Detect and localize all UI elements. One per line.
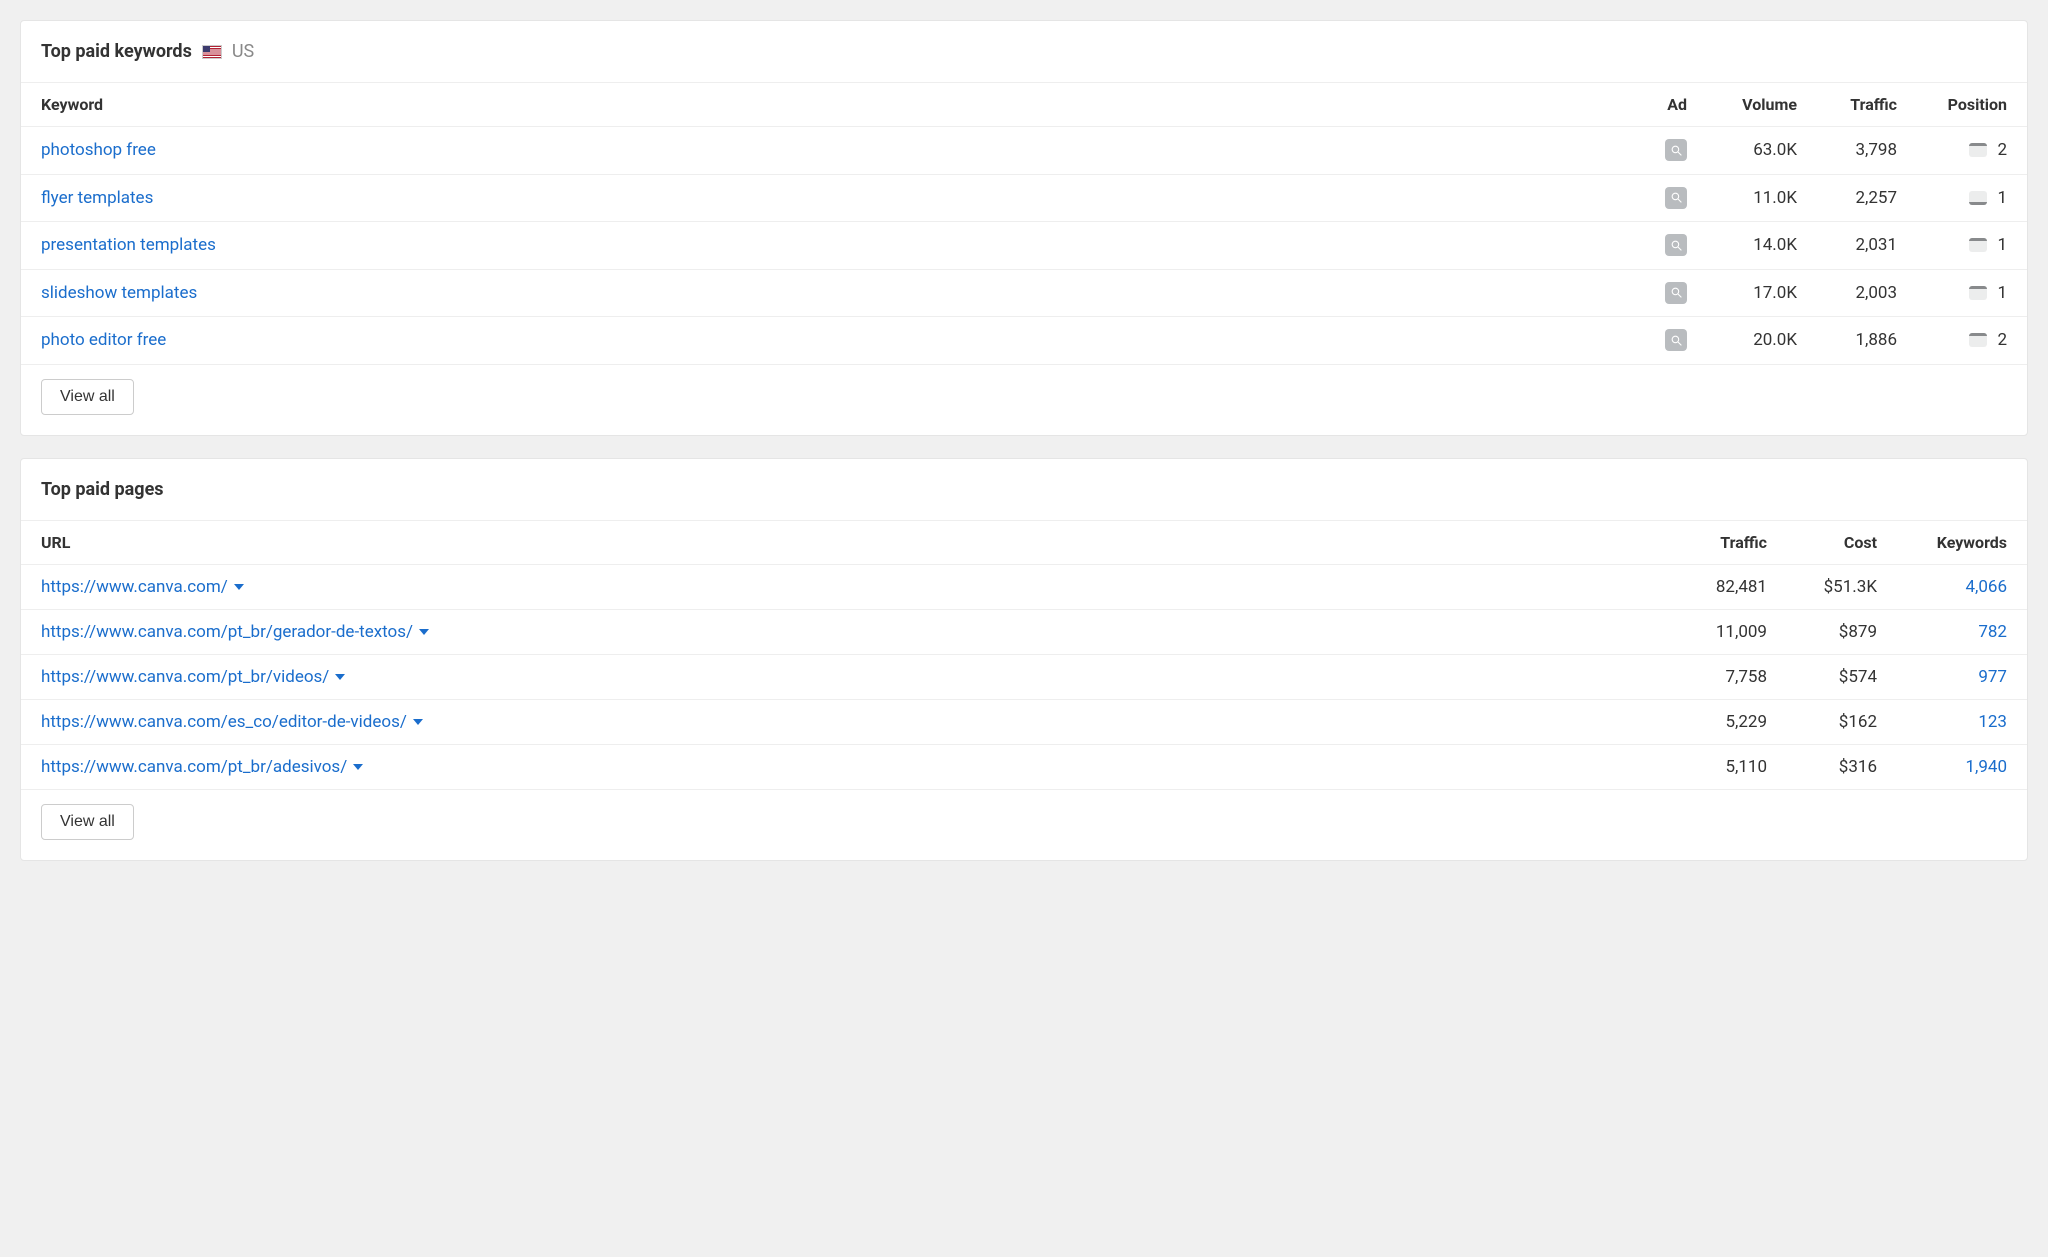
traffic-cell: 1,886 bbox=[1817, 317, 1917, 365]
position-value: 2 bbox=[1995, 330, 2007, 350]
volume-cell: 11.0K bbox=[1707, 174, 1817, 222]
page-url-link[interactable]: https://www.canva.com/ bbox=[41, 577, 228, 597]
table-row: flyer templates 11.0K2,257 1 bbox=[21, 174, 2027, 222]
pages-header-row: URL Traffic Cost Keywords bbox=[21, 520, 2027, 564]
table-row: https://www.canva.com/es_co/editor-de-vi… bbox=[21, 699, 2027, 744]
pages-table: URL Traffic Cost Keywords https://www.ca… bbox=[21, 520, 2027, 790]
keywords-panel-header: Top paid keywords US bbox=[21, 21, 2027, 82]
keyword-link[interactable]: photoshop free bbox=[41, 140, 156, 160]
pages-panel-footer: View all bbox=[21, 790, 2027, 860]
volume-cell: 17.0K bbox=[1707, 269, 1817, 317]
position-indicator-icon bbox=[1969, 333, 1987, 347]
position-indicator-icon bbox=[1969, 143, 1987, 157]
traffic-cell: 2,003 bbox=[1817, 269, 1917, 317]
col-pages-traffic-header[interactable]: Traffic bbox=[1667, 520, 1787, 564]
page-cost-cell: $51.3K bbox=[1787, 564, 1897, 609]
url-dropdown-caret-icon[interactable] bbox=[335, 667, 345, 687]
table-row: https://www.canva.com/82,481$51.3K 4,066 bbox=[21, 564, 2027, 609]
page-keywords-link[interactable]: 782 bbox=[1978, 622, 2007, 642]
pages-panel-title: Top paid pages bbox=[41, 479, 164, 500]
ad-preview-icon[interactable] bbox=[1665, 234, 1687, 256]
url-dropdown-caret-icon[interactable] bbox=[234, 577, 244, 597]
page-cost-cell: $574 bbox=[1787, 654, 1897, 699]
page-url-link[interactable]: https://www.canva.com/es_co/editor-de-vi… bbox=[41, 712, 407, 732]
page-keywords-link[interactable]: 977 bbox=[1978, 667, 2007, 687]
keyword-link[interactable]: flyer templates bbox=[41, 188, 153, 208]
top-paid-keywords-panel: Top paid keywords US Keyword Ad Volume T… bbox=[20, 20, 2028, 436]
page-keywords-link[interactable]: 123 bbox=[1978, 712, 2007, 732]
page-keywords-link[interactable]: 1,940 bbox=[1965, 757, 2007, 777]
table-row: https://www.canva.com/pt_br/videos/7,758… bbox=[21, 654, 2027, 699]
page-keywords-link[interactable]: 4,066 bbox=[1965, 577, 2007, 597]
view-all-pages-button[interactable]: View all bbox=[41, 804, 134, 840]
page-url-link[interactable]: https://www.canva.com/pt_br/gerador-de-t… bbox=[41, 622, 413, 642]
ad-preview-icon[interactable] bbox=[1665, 139, 1687, 161]
traffic-cell: 2,031 bbox=[1817, 222, 1917, 270]
volume-cell: 20.0K bbox=[1707, 317, 1817, 365]
position-value: 1 bbox=[1995, 188, 2007, 208]
position-value: 1 bbox=[1995, 283, 2007, 303]
page-traffic-cell: 7,758 bbox=[1667, 654, 1787, 699]
traffic-cell: 2,257 bbox=[1817, 174, 1917, 222]
table-row: presentation templates 14.0K2,031 1 bbox=[21, 222, 2027, 270]
table-row: https://www.canva.com/pt_br/adesivos/5,1… bbox=[21, 744, 2027, 789]
pages-panel-header: Top paid pages bbox=[21, 459, 2027, 520]
page-cost-cell: $879 bbox=[1787, 609, 1897, 654]
keyword-link[interactable]: slideshow templates bbox=[41, 283, 197, 303]
page-cost-cell: $162 bbox=[1787, 699, 1897, 744]
url-dropdown-caret-icon[interactable] bbox=[353, 757, 363, 777]
volume-cell: 63.0K bbox=[1707, 127, 1817, 175]
volume-cell: 14.0K bbox=[1707, 222, 1817, 270]
table-row: photoshop free 63.0K3,798 2 bbox=[21, 127, 2027, 175]
top-paid-pages-panel: Top paid pages URL Traffic Cost Keywords… bbox=[20, 458, 2028, 861]
view-all-keywords-button[interactable]: View all bbox=[41, 379, 134, 415]
page-url-link[interactable]: https://www.canva.com/pt_br/videos/ bbox=[41, 667, 329, 687]
col-ad-header[interactable]: Ad bbox=[1645, 83, 1707, 127]
position-indicator-icon bbox=[1969, 238, 1987, 252]
position-value: 1 bbox=[1995, 235, 2007, 255]
col-traffic-header[interactable]: Traffic bbox=[1817, 83, 1917, 127]
ad-preview-icon[interactable] bbox=[1665, 187, 1687, 209]
url-dropdown-caret-icon[interactable] bbox=[419, 622, 429, 642]
col-cost-header[interactable]: Cost bbox=[1787, 520, 1897, 564]
ad-preview-icon[interactable] bbox=[1665, 282, 1687, 304]
keyword-link[interactable]: photo editor free bbox=[41, 330, 166, 350]
table-row: photo editor free 20.0K1,886 2 bbox=[21, 317, 2027, 365]
us-flag-icon bbox=[202, 45, 222, 59]
col-position-header[interactable]: Position bbox=[1917, 83, 2027, 127]
col-keyword-header[interactable]: Keyword bbox=[21, 83, 1645, 127]
keywords-panel-title: Top paid keywords bbox=[41, 41, 192, 62]
traffic-cell: 3,798 bbox=[1817, 127, 1917, 175]
col-keywords-header[interactable]: Keywords bbox=[1897, 520, 2027, 564]
position-indicator-icon bbox=[1969, 286, 1987, 300]
country-code: US bbox=[232, 41, 254, 62]
position-indicator-icon bbox=[1969, 191, 1987, 205]
ad-preview-icon[interactable] bbox=[1665, 329, 1687, 351]
keywords-header-row: Keyword Ad Volume Traffic Position bbox=[21, 83, 2027, 127]
page-traffic-cell: 5,229 bbox=[1667, 699, 1787, 744]
position-value: 2 bbox=[1995, 140, 2007, 160]
col-url-header[interactable]: URL bbox=[21, 520, 1667, 564]
keywords-table: Keyword Ad Volume Traffic Position photo… bbox=[21, 82, 2027, 365]
table-row: slideshow templates 17.0K2,003 1 bbox=[21, 269, 2027, 317]
table-row: https://www.canva.com/pt_br/gerador-de-t… bbox=[21, 609, 2027, 654]
page-traffic-cell: 5,110 bbox=[1667, 744, 1787, 789]
page-cost-cell: $316 bbox=[1787, 744, 1897, 789]
url-dropdown-caret-icon[interactable] bbox=[413, 712, 423, 732]
page-traffic-cell: 82,481 bbox=[1667, 564, 1787, 609]
keywords-panel-footer: View all bbox=[21, 365, 2027, 435]
page-url-link[interactable]: https://www.canva.com/pt_br/adesivos/ bbox=[41, 757, 347, 777]
page-traffic-cell: 11,009 bbox=[1667, 609, 1787, 654]
keyword-link[interactable]: presentation templates bbox=[41, 235, 216, 255]
col-volume-header[interactable]: Volume bbox=[1707, 83, 1817, 127]
